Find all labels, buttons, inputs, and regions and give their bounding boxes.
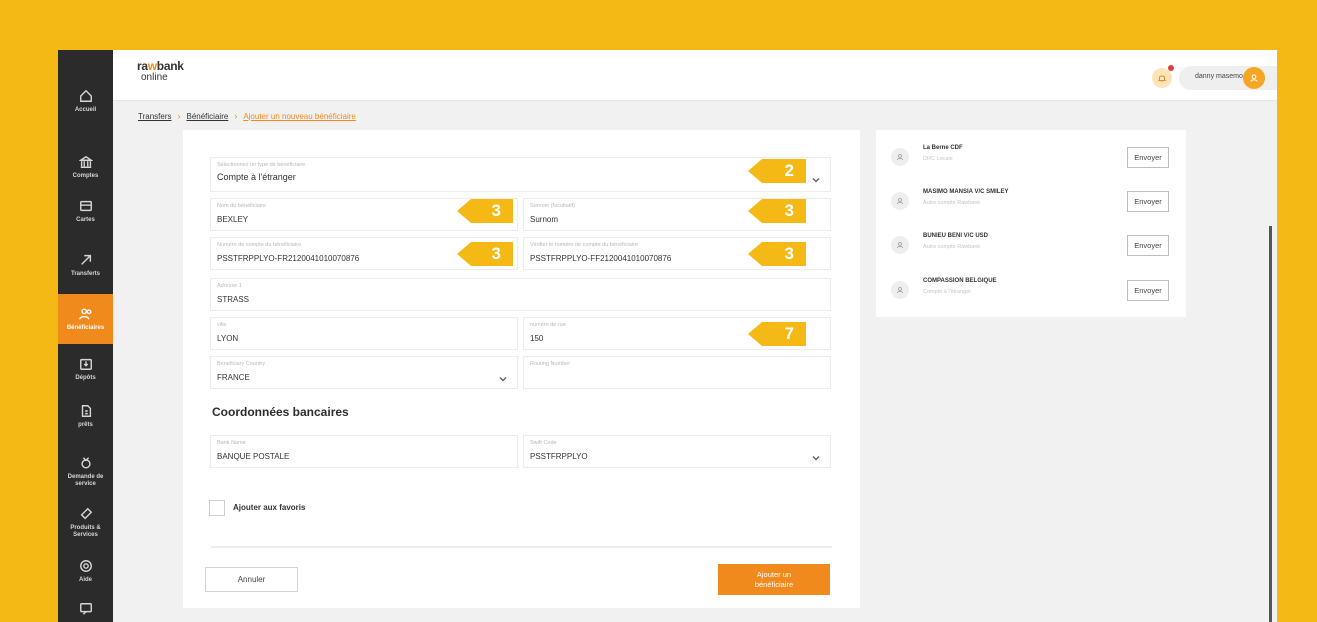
beneficiaries-list: La Berne CDF DRC Locale Envoyer MASIMO M… (876, 130, 1186, 317)
top-header: rawbank online danny masemo (113, 50, 1277, 101)
chevron-right-icon: › (177, 111, 181, 121)
arrow-icon (78, 252, 94, 268)
service-icon (78, 455, 94, 471)
notification-bell-icon[interactable] (1152, 68, 1172, 88)
swift-code-value: PSSTFRPPLYO (530, 452, 588, 461)
add-beneficiary-button[interactable]: Ajouter un bénéficiaire (718, 564, 830, 595)
sidebar-item-label: prêts (78, 422, 93, 428)
avatar[interactable] (1243, 67, 1265, 89)
breadcrumb-current: Ajouter un nouveau bénéficiaire (243, 111, 356, 121)
address-input[interactable]: Adresse 1 STRASS (210, 278, 831, 311)
bank-name-value: BANQUE POSTALE (217, 452, 290, 461)
sidebar-item-label: Demande de service (67, 473, 104, 487)
list-item: COMPASSION BELGIQUE Compte à l'étranger … (876, 266, 1186, 312)
beneficiary-type-value: Compte à l'étranger (217, 172, 296, 182)
surname-value: Surnom (530, 215, 559, 224)
city-input[interactable]: ville LYON (210, 317, 518, 350)
sidebar-item-label: Produits & Services (70, 524, 101, 538)
sidebar-item-label: Bénéficiaires (66, 325, 105, 331)
beneficiary-type: Compte à l'étranger (923, 289, 972, 295)
address-value: STRASS (217, 295, 250, 304)
verify-account-number-value: PSSTFRPPLYO-FF2120041010070876 (530, 254, 672, 263)
breadcrumb-beneficiaire[interactable]: Bénéficiaire (187, 112, 229, 121)
beneficiary-name: MASIMO MANSIA V/C SMILEY (923, 189, 1009, 195)
sidebar-item-label: Transferts (70, 271, 100, 277)
loan-icon (78, 403, 94, 419)
sidebar-item-label: Cartes (76, 217, 95, 223)
beneficiary-name: COMPASSION BELGIQUE (923, 278, 997, 284)
card-icon (78, 198, 94, 214)
city-value: LYON (217, 334, 239, 343)
sidebar-item-beneficiaires[interactable]: Bénéficiaires (58, 294, 113, 344)
street-number-value: 150 (530, 334, 544, 343)
sidebar-item-accueil[interactable]: Accueil (58, 76, 113, 126)
chevron-down-icon (812, 449, 820, 461)
app-window: Accueil Comptes Cartes Transferts Bénéfi… (58, 50, 1277, 622)
sidebar-item-depots[interactable]: Dépôts (58, 344, 113, 394)
help-icon (78, 558, 94, 574)
chevron-right-icon: › (234, 111, 238, 121)
sidebar-item-label: Dépôts (75, 375, 96, 381)
rawbank-logo[interactable]: rawbank online (137, 60, 184, 83)
sidebar-item-label: Aide (78, 577, 92, 583)
sidebar-item-transferts[interactable]: Transferts (58, 240, 113, 290)
bank-details-title: Coordonnées bancaires (212, 405, 349, 419)
sidebar-item-label: Accueil (74, 107, 97, 113)
favorites-label: Ajouter aux favoris (233, 503, 306, 512)
list-item: La Berne CDF DRC Locale Envoyer (876, 133, 1186, 179)
country-select[interactable]: Beneficiary Country FRANCE (210, 356, 518, 389)
user-name: danny masemo (1195, 73, 1243, 80)
send-button[interactable]: Envoyer (1127, 280, 1169, 301)
beneficiary-type: Autre compte Rawbank (923, 244, 981, 250)
country-value: FRANCE (217, 373, 250, 382)
bank-name-input[interactable]: Bank Name BANQUE POSTALE (210, 435, 518, 468)
tag-icon (78, 506, 94, 522)
cancel-button[interactable]: Annuler (205, 567, 298, 592)
scrollbar[interactable] (1269, 226, 1272, 622)
chevron-down-icon (812, 171, 820, 183)
send-button[interactable]: Envoyer (1127, 235, 1169, 256)
beneficiary-name: La Berne CDF (923, 145, 963, 151)
beneficiary-name-value: BEXLEY (217, 215, 249, 224)
routing-number-input[interactable]: Routing Number (523, 356, 831, 389)
list-item: BUNIEU BENI V/C USD Autre compte Rawbank… (876, 221, 1186, 267)
beneficiary-type: Autre compte Rawbank (923, 200, 981, 206)
sidebar-item-demande-de-service[interactable]: Demande de service (58, 446, 113, 496)
sidebar-item-comptes[interactable]: Comptes (58, 142, 113, 192)
notification-dot (1168, 65, 1174, 71)
divider (211, 546, 832, 548)
home-icon (78, 88, 94, 104)
swift-code-select[interactable]: Swift Code PSSTFRPPLYO (523, 435, 831, 468)
beneficiary-type: DRC Locale (923, 156, 953, 162)
send-button[interactable]: Envoyer (1127, 147, 1169, 168)
chat-icon (78, 601, 94, 617)
users-icon (78, 306, 94, 322)
sidebar-item-prets[interactable]: prêts (58, 391, 113, 441)
user-icon (891, 148, 909, 166)
sidebar: Accueil Comptes Cartes Transferts Bénéfi… (58, 50, 113, 622)
send-button[interactable]: Envoyer (1127, 191, 1169, 212)
account-number-value: PSSTFRPPLYO-FR2120041010070876 (217, 254, 360, 263)
beneficiary-type-select[interactable]: Sélectionnez un type de bénéficiaire Com… (210, 157, 831, 192)
sidebar-item-cartes[interactable]: Cartes (58, 186, 113, 236)
sidebar-item-label: Comptes (72, 173, 99, 179)
breadcrumb-transfers[interactable]: Transfers (138, 112, 172, 121)
sidebar-item-produits-services[interactable]: Produits & Services (58, 497, 113, 547)
user-icon (891, 236, 909, 254)
add-beneficiary-form: Sélectionnez un type de bénéficiaire Com… (183, 130, 860, 608)
sidebar-item-chat[interactable] (58, 584, 113, 622)
bank-icon (78, 154, 94, 170)
user-icon (891, 281, 909, 299)
chevron-down-icon (499, 370, 507, 382)
list-item: MASIMO MANSIA V/C SMILEY Autre compte Ra… (876, 177, 1186, 223)
deposit-icon (78, 356, 94, 372)
breadcrumb: Transfers › Bénéficiaire › Ajouter un no… (138, 111, 356, 121)
beneficiary-name: BUNIEU BENI V/C USD (923, 233, 989, 239)
favorites-checkbox[interactable] (209, 500, 225, 516)
user-icon (891, 192, 909, 210)
